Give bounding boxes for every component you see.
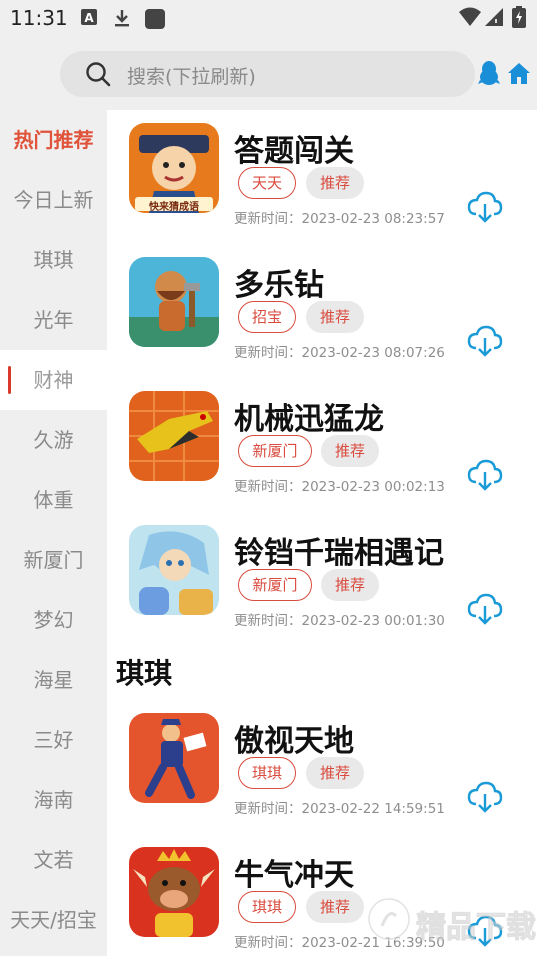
sidebar-item-guangnian[interactable]: 光年 <box>0 290 107 350</box>
app-icon-niuqi <box>129 847 219 937</box>
sidebar-item-xinxiamen[interactable]: 新厦门 <box>0 530 107 590</box>
app-name: 傲视天地 <box>234 724 354 759</box>
watermark-text: 精品下载 <box>416 910 537 946</box>
app-name: 牛气冲天 <box>234 858 354 893</box>
status-bar: 11:31 A <box>0 0 537 36</box>
app-icon-dati: 快来猜成语 <box>129 123 219 213</box>
recommend-tag: 推荐 <box>321 569 379 601</box>
sidebar-item-hainan[interactable]: 海南 <box>0 770 107 830</box>
app-icon-caption: 快来猜成语 <box>149 202 199 213</box>
sidebar-item-wenruo[interactable]: 文若 <box>0 830 107 890</box>
search-bar[interactable]: 搜索(下拉刷新) <box>60 51 475 97</box>
cloud-download-icon[interactable] <box>467 780 503 818</box>
channel-tag: 新厦门 <box>238 569 312 601</box>
sidebar-item-new-today[interactable]: 今日上新 <box>0 170 107 230</box>
watermark: 精品下载 <box>366 888 537 952</box>
search-icon <box>84 60 112 92</box>
cell-signal-icon <box>484 7 504 31</box>
status-time: 11:31 <box>10 6 68 30</box>
cloud-download-icon[interactable] <box>467 592 503 630</box>
update-time: 更新时间：2023-02-23 00:01:30 <box>234 613 445 629</box>
sidebar-item-hot[interactable]: 热门推荐 <box>0 110 107 170</box>
battery-icon <box>512 6 526 32</box>
update-time: 更新时间：2023-02-23 00:02:13 <box>234 479 445 495</box>
recommend-tag: 推荐 <box>321 435 379 467</box>
app-icon-aoshi <box>129 713 219 803</box>
svg-text:A: A <box>84 11 94 25</box>
app-list: 快来猜成语 答题闯关 天天 推荐 更新时间：2023-02-23 08:23:5… <box>107 110 537 956</box>
category-sidebar: 热门推荐 今日上新 琪琪 光年 财神 久游 体重 新厦门 梦幻 海星 三好 海南… <box>0 110 107 956</box>
update-time: 更新时间：2023-02-22 14:59:51 <box>234 801 445 817</box>
sidebar-item-caishen[interactable]: 财神 <box>0 350 107 410</box>
app-screen: 11:31 A 搜索(下拉刷新) 热门推荐 今日上新 琪琪 光年 财神 久游 体… <box>0 0 537 956</box>
app-icon-jixie <box>129 391 219 481</box>
recommend-tag: 推荐 <box>306 757 364 789</box>
home-icon[interactable] <box>507 61 531 89</box>
app-name: 多乐钻 <box>234 268 324 303</box>
cloud-download-icon[interactable] <box>467 324 503 362</box>
qq-penguin-icon[interactable] <box>478 60 500 90</box>
sidebar-item-sanhao[interactable]: 三好 <box>0 710 107 770</box>
cloud-download-icon[interactable] <box>467 190 503 228</box>
watermark-logo-icon <box>367 897 411 941</box>
search-placeholder: 搜索(下拉刷新) <box>127 66 256 88</box>
sidebar-item-tiantian-zhaobao[interactable]: 天天/招宝 <box>0 890 107 950</box>
sidebar-item-qiqi[interactable]: 琪琪 <box>0 230 107 290</box>
app-name: 机械迅猛龙 <box>234 402 384 437</box>
channel-tag: 琪琪 <box>238 891 296 923</box>
recommend-tag: 推荐 <box>306 301 364 333</box>
section-title: 琪琪 <box>116 657 173 690</box>
font-app-icon: A <box>80 8 98 30</box>
list-item[interactable]: 铃铛千瑞相遇记 新厦门 推荐 更新时间：2023-02-23 00:01:30 <box>107 512 537 642</box>
wifi-icon <box>459 7 481 31</box>
sidebar-item-jiuyou[interactable]: 久游 <box>0 410 107 470</box>
update-time: 更新时间：2023-02-23 08:07:26 <box>234 345 445 361</box>
channel-tag: 天天 <box>238 167 296 199</box>
sidebar-item-tizhong[interactable]: 体重 <box>0 470 107 530</box>
download-status-icon <box>112 8 132 32</box>
channel-tag: 招宝 <box>238 301 296 333</box>
app-icon-lingdang <box>129 525 219 615</box>
update-time: 更新时间：2023-02-23 08:23:57 <box>234 211 445 227</box>
channel-tag: 新厦门 <box>238 435 312 467</box>
list-item[interactable]: 傲视天地 琪琪 推荐 更新时间：2023-02-22 14:59:51 <box>107 700 537 830</box>
list-item[interactable]: 机械迅猛龙 新厦门 推荐 更新时间：2023-02-23 00:02:13 <box>107 378 537 508</box>
recommend-tag: 推荐 <box>306 891 364 923</box>
sidebar-item-haixing[interactable]: 海星 <box>0 650 107 710</box>
cloud-download-icon[interactable] <box>467 458 503 496</box>
app-name: 铃铛千瑞相遇记 <box>234 536 444 571</box>
channel-tag: 琪琪 <box>238 757 296 789</box>
list-item[interactable]: 多乐钻 招宝 推荐 更新时间：2023-02-23 08:07:26 <box>107 244 537 374</box>
app-notification-icon <box>144 8 166 34</box>
list-item[interactable]: 快来猜成语 答题闯关 天天 推荐 更新时间：2023-02-23 08:23:5… <box>107 110 537 240</box>
app-name: 答题闯关 <box>234 134 354 169</box>
app-icon-duolezuan <box>129 257 219 347</box>
recommend-tag: 推荐 <box>306 167 364 199</box>
sidebar-item-menghuan[interactable]: 梦幻 <box>0 590 107 650</box>
